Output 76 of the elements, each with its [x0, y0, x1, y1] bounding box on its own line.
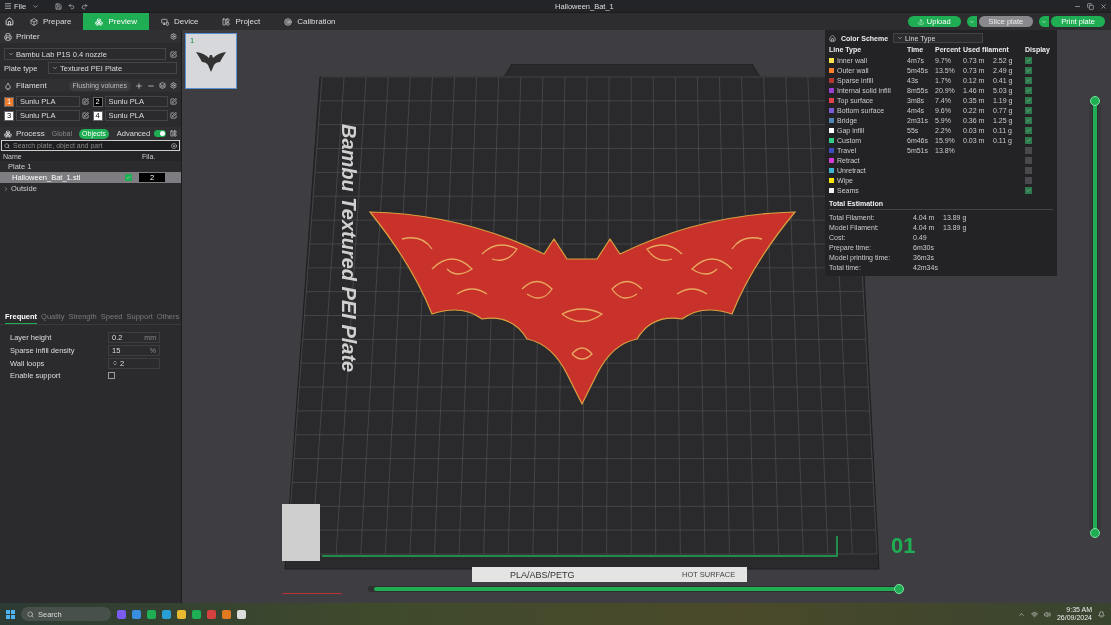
spin-icon [112, 360, 118, 366]
expand-icon[interactable] [3, 185, 9, 192]
edit-icon[interactable] [81, 112, 89, 119]
settings-icon[interactable] [170, 82, 177, 89]
checkbox[interactable] [108, 372, 115, 379]
caret-icon [52, 65, 58, 71]
display-checkbox[interactable] [1025, 176, 1032, 184]
display-checkbox[interactable] [1025, 96, 1032, 104]
save-button[interactable] [55, 2, 63, 10]
upload-icon [917, 18, 924, 25]
notification-icon[interactable] [1098, 610, 1105, 618]
restore-button[interactable] [1087, 2, 1094, 10]
dropdown-button[interactable] [32, 2, 40, 10]
caret-icon [8, 51, 14, 57]
wifi-icon[interactable] [1030, 610, 1038, 618]
caret-icon [968, 18, 975, 25]
volume-icon[interactable] [1043, 610, 1051, 618]
advanced-switch[interactable] [154, 130, 167, 137]
cube-icon [30, 17, 38, 26]
display-checkbox[interactable] [1025, 146, 1032, 154]
clear-icon[interactable] [171, 142, 177, 149]
nav-tab[interactable]: Device [148, 13, 211, 30]
bat-icon [196, 50, 226, 72]
caret-icon [1041, 18, 1048, 25]
section-title: Process [15, 129, 45, 138]
checkbox[interactable] [125, 174, 132, 181]
nav-tab[interactable]: Calibration [272, 13, 348, 30]
layer-number: 01 [891, 533, 916, 559]
tray-icon[interactable] [1017, 610, 1025, 618]
edit-icon[interactable] [170, 112, 177, 119]
edit-icon[interactable] [81, 98, 89, 105]
slider-handle[interactable] [1090, 528, 1100, 538]
close-button[interactable] [1100, 2, 1107, 10]
edit-icon[interactable] [170, 98, 177, 105]
start-icon[interactable] [6, 609, 15, 619]
display-checkbox[interactable] [1025, 56, 1032, 64]
device-icon [160, 17, 169, 26]
dropdown-button[interactable] [966, 16, 977, 27]
display-checkbox[interactable] [1025, 106, 1032, 114]
layers-icon[interactable] [159, 82, 166, 89]
display-checkbox[interactable] [1025, 136, 1032, 144]
dropdown-button[interactable] [1039, 16, 1050, 27]
display-checkbox[interactable] [1025, 66, 1032, 74]
slider-handle[interactable] [1090, 96, 1100, 106]
settings-icon[interactable] [170, 33, 177, 40]
printer-icon [4, 32, 12, 41]
cubes-icon [95, 17, 104, 26]
add-icon[interactable] [135, 81, 143, 90]
layer-slider[interactable] [1089, 96, 1101, 538]
edit-icon[interactable] [170, 50, 177, 58]
menu-icon [4, 2, 12, 10]
section-title: Filament [16, 81, 47, 90]
slider-handle[interactable] [894, 584, 904, 594]
search-icon [27, 610, 34, 618]
nav-tab[interactable]: Project [210, 13, 273, 30]
display-checkbox[interactable] [1025, 86, 1032, 94]
house-icon [829, 34, 836, 42]
plate-tag-text: PLA/ABS/PETG [510, 570, 575, 580]
section-title: Printer [16, 32, 40, 41]
panel-icon [222, 17, 231, 26]
target-icon [284, 17, 293, 26]
redo-button[interactable] [81, 2, 89, 10]
process-icon [4, 129, 12, 138]
display-checkbox[interactable] [1025, 76, 1032, 84]
display-checkbox[interactable] [1025, 186, 1032, 194]
nav-tab[interactable]: Prepare [18, 13, 84, 30]
caret-icon [897, 35, 904, 41]
display-checkbox[interactable] [1025, 126, 1032, 134]
filament-icon [4, 81, 12, 90]
display-checkbox[interactable] [1025, 166, 1032, 174]
display-checkbox[interactable] [1025, 116, 1032, 124]
display-checkbox[interactable] [1025, 156, 1032, 164]
bed-label: Bambu Textured PEI Plate [338, 124, 360, 373]
search-icon [4, 142, 10, 149]
panel-icon[interactable] [170, 130, 177, 137]
undo-button[interactable] [68, 2, 76, 10]
